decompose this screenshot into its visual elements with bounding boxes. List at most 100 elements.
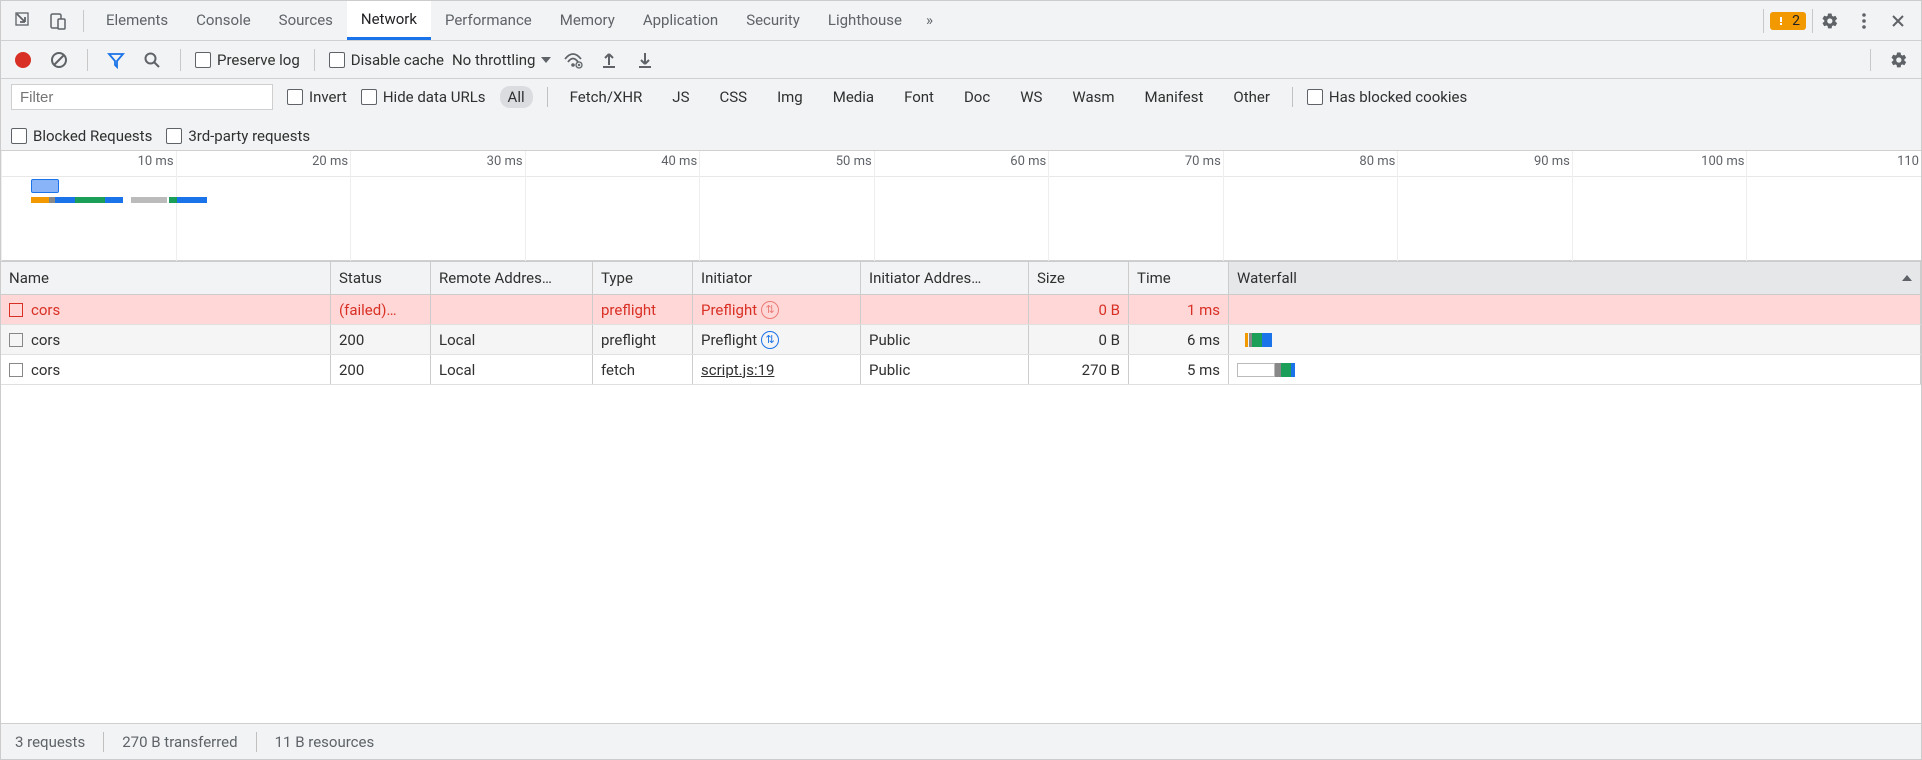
tab-performance[interactable]: Performance [431, 1, 546, 40]
upload-har-icon[interactable] [595, 46, 623, 74]
filter-toggle-icon[interactable] [102, 46, 130, 74]
blocked-requests-label: Blocked Requests [33, 127, 152, 145]
status-resources: 11 B resources [275, 733, 375, 751]
network-conditions-icon[interactable] [559, 46, 587, 74]
search-icon[interactable] [138, 46, 166, 74]
clear-button[interactable] [45, 46, 73, 74]
requests-table: Name Status Remote Addres… Type Initiato… [1, 261, 1921, 723]
third-party-label: 3rd-party requests [188, 127, 310, 145]
cell-initiator-address: Public [861, 355, 1029, 384]
close-devtools-icon[interactable] [1883, 6, 1913, 36]
filter-type-fetch-xhr[interactable]: Fetch/XHR [562, 86, 651, 108]
timeline-bar [55, 197, 75, 203]
has-blocked-cookies-checkbox[interactable]: Has blocked cookies [1307, 88, 1467, 106]
timeline-bar [75, 197, 105, 203]
preserve-log-checkbox[interactable]: Preserve log [195, 51, 300, 69]
disable-cache-checkbox[interactable]: Disable cache [329, 51, 444, 69]
timeline-bar [169, 197, 177, 203]
filter-type-manifest[interactable]: Manifest [1137, 86, 1212, 108]
filter-type-js[interactable]: JS [664, 86, 697, 108]
cell-name: cors [1, 355, 331, 384]
filter-type-media[interactable]: Media [825, 86, 882, 108]
cell-initiator-address [861, 295, 1029, 324]
preflight-icon: ⇅ [761, 301, 779, 319]
col-waterfall[interactable]: Waterfall [1229, 262, 1921, 294]
file-icon [9, 363, 23, 377]
table-body: cors(failed)…preflightPreflight⇅0 B1 msc… [1, 295, 1921, 723]
tab-memory[interactable]: Memory [546, 1, 629, 40]
table-row[interactable]: cors(failed)…preflightPreflight⇅0 B1 ms [1, 295, 1921, 325]
filter-type-all[interactable]: All [500, 86, 533, 108]
filter-type-other[interactable]: Other [1225, 86, 1278, 108]
download-har-icon[interactable] [631, 46, 659, 74]
tab-elements[interactable]: Elements [92, 1, 182, 40]
invert-checkbox[interactable]: Invert [287, 88, 347, 106]
col-time[interactable]: Time [1129, 262, 1229, 294]
blocked-requests-checkbox[interactable]: Blocked Requests [11, 127, 152, 145]
more-tabs-button[interactable]: » [916, 1, 943, 40]
issues-badge[interactable]: 2 [1770, 12, 1806, 30]
initiator-link[interactable]: script.js:19 [701, 361, 774, 379]
filter-type-img[interactable]: Img [769, 86, 811, 108]
cell-initiator-address: Public [861, 325, 1029, 354]
status-bar: 3 requests 270 B transferred 11 B resour… [1, 723, 1921, 759]
timeline-bar [131, 197, 167, 203]
table-header: Name Status Remote Addres… Type Initiato… [1, 261, 1921, 295]
waterfall-segment [1291, 363, 1295, 377]
col-status[interactable]: Status [331, 262, 431, 294]
filter-input[interactable] [11, 84, 273, 110]
waterfall-track [1237, 363, 1912, 377]
col-type[interactable]: Type [593, 262, 693, 294]
cell-time: 6 ms [1129, 325, 1229, 354]
filter-type-wasm[interactable]: Wasm [1064, 86, 1122, 108]
cell-waterfall [1229, 295, 1921, 324]
device-toolbar-icon[interactable] [43, 6, 73, 36]
filter-type-doc[interactable]: Doc [956, 86, 998, 108]
waterfall-segment [1281, 363, 1291, 377]
filter-type-css[interactable]: CSS [711, 86, 755, 108]
col-initiator-address[interactable]: Initiator Addres… [861, 262, 1029, 294]
throttling-select[interactable]: No throttling [452, 51, 551, 69]
issues-count: 2 [1792, 13, 1800, 29]
tab-console[interactable]: Console [182, 1, 265, 40]
table-row[interactable]: cors200Localfetchscript.js:19Public270 B… [1, 355, 1921, 385]
col-size[interactable]: Size [1029, 262, 1129, 294]
tab-application[interactable]: Application [629, 1, 732, 40]
invert-label: Invert [309, 88, 347, 106]
cell-type: preflight [593, 295, 693, 324]
cell-initiator: script.js:19 [693, 355, 861, 384]
col-name[interactable]: Name [1, 262, 331, 294]
inspect-icon[interactable] [9, 6, 39, 36]
col-remote-address[interactable]: Remote Addres… [431, 262, 593, 294]
cell-type: fetch [593, 355, 693, 384]
waterfall-segment [1252, 333, 1262, 347]
cell-size: 0 B [1029, 325, 1129, 354]
tab-sources[interactable]: Sources [265, 1, 347, 40]
col-initiator[interactable]: Initiator [693, 262, 861, 294]
waterfall-track [1237, 333, 1912, 347]
cell-type: preflight [593, 325, 693, 354]
network-settings-icon[interactable] [1885, 46, 1913, 74]
cell-status: 200 [331, 325, 431, 354]
tab-security[interactable]: Security [732, 1, 814, 40]
settings-icon[interactable] [1815, 6, 1845, 36]
filter-type-font[interactable]: Font [896, 86, 942, 108]
hide-data-urls-checkbox[interactable]: Hide data URLs [361, 88, 486, 106]
separator [83, 10, 84, 32]
timeline-overview[interactable]: 10 ms20 ms30 ms40 ms50 ms60 ms70 ms80 ms… [1, 151, 1921, 261]
chevron-down-icon [541, 57, 551, 63]
tab-network[interactable]: Network [347, 1, 431, 40]
table-row[interactable]: cors200LocalpreflightPreflight⇅Public0 B… [1, 325, 1921, 355]
kebab-menu-icon[interactable] [1849, 6, 1879, 36]
record-button[interactable] [9, 46, 37, 74]
file-icon [9, 333, 23, 347]
preserve-log-label: Preserve log [217, 51, 300, 69]
timeline-selection[interactable] [31, 179, 59, 193]
filter-type-ws[interactable]: WS [1012, 86, 1050, 108]
status-transferred: 270 B transferred [122, 733, 237, 751]
tab-lighthouse[interactable]: Lighthouse [814, 1, 916, 40]
throttling-value: No throttling [452, 51, 535, 69]
third-party-checkbox[interactable]: 3rd-party requests [166, 127, 310, 145]
timeline-bar [177, 197, 207, 203]
hide-data-urls-label: Hide data URLs [383, 88, 486, 106]
